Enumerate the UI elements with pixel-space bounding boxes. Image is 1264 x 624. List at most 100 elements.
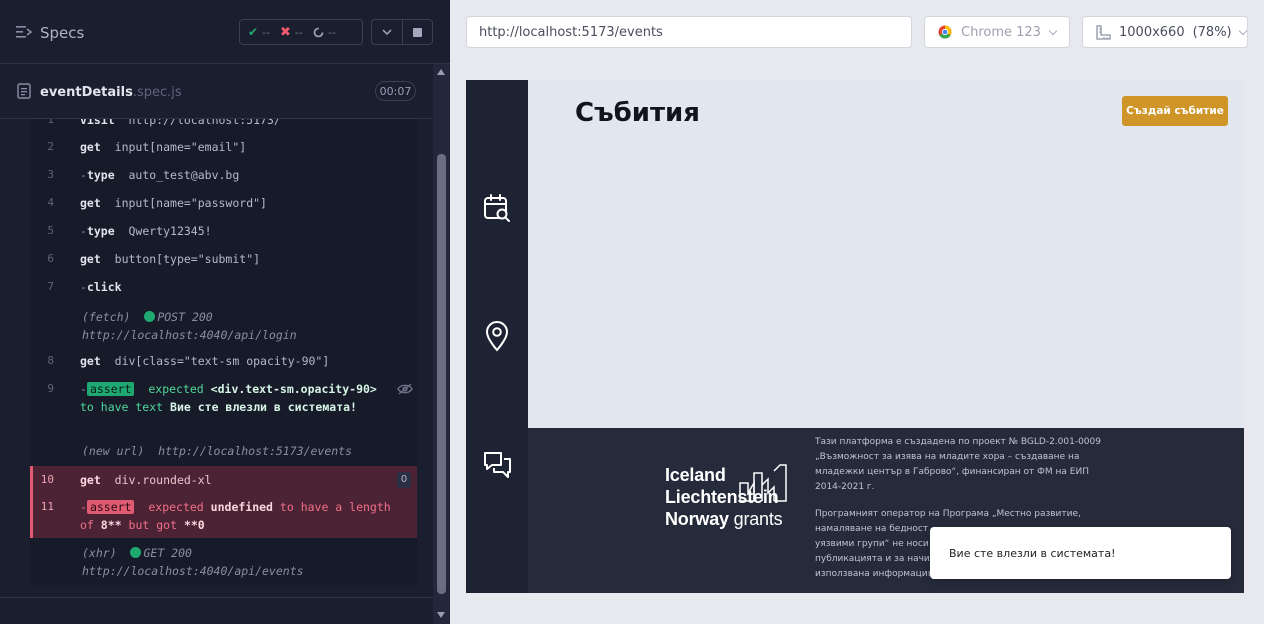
command-log-scrollbar[interactable]: [433, 64, 450, 624]
xhr-label: (xhr): [82, 546, 117, 560]
stop-button[interactable]: [401, 20, 432, 44]
specs-list-icon[interactable]: [16, 25, 32, 39]
spec-file-name: eventDetails.spec.js: [40, 85, 182, 100]
command-arg: auto_test@abv.bg: [128, 168, 240, 182]
command-arg: div[class="text-sm opacity-90"]: [114, 354, 330, 368]
failed-command-row[interactable]: 10 get div.rounded-xl 0: [30, 466, 417, 494]
child-dash: -: [80, 382, 87, 396]
fetch-label: (fetch): [82, 310, 131, 324]
assert-text: expected: [148, 500, 204, 514]
command-number: 6: [47, 252, 54, 265]
calendar-search-icon[interactable]: [483, 193, 511, 223]
stop-icon: [412, 27, 422, 37]
scroll-down-arrow-icon[interactable]: [437, 612, 445, 618]
app-under-test: Събития Създай събитие Iceland Liechtens…: [466, 80, 1244, 593]
chevron-down-icon: [382, 29, 392, 35]
chevron-down-icon: [1048, 26, 1058, 35]
pending-spinner-icon: [313, 27, 324, 37]
command-number: 7: [47, 280, 54, 293]
chevron-down-icon: [1238, 26, 1247, 35]
command-row[interactable]: 4 get input[name="password"]: [30, 194, 417, 212]
ruler-icon: [1096, 24, 1111, 40]
spec-extension: .spec.js: [132, 85, 182, 100]
command-number: 2: [47, 140, 54, 153]
footer-line: „Възможност за изява на младите хора – с…: [815, 452, 1080, 462]
spec-duration: 00:07: [375, 81, 416, 101]
assert-text: to have text: [80, 400, 164, 414]
passed-count: --: [262, 25, 271, 39]
new-url-label: (new url): [82, 444, 145, 458]
command-name: get: [80, 473, 101, 487]
viewport-size: 1000x660: [1119, 24, 1185, 40]
viewport-selector[interactable]: 1000x660 (78%): [1082, 16, 1248, 48]
command-arg: button[type="submit"]: [114, 252, 261, 266]
command-row[interactable]: 5 -type Qwerty12345!: [30, 222, 417, 240]
specs-label[interactable]: Specs: [40, 24, 84, 42]
xhr-status: GET 200: [143, 546, 192, 560]
app-sidebar: [466, 80, 528, 593]
command-row[interactable]: 7 -click: [30, 278, 417, 296]
app-preview-panel: http://localhost:5173/events Chrome 123 …: [450, 0, 1264, 624]
child-dash: -: [80, 500, 87, 514]
cross-icon: ✖: [280, 24, 291, 40]
child-dash: -: [80, 224, 87, 238]
command-row[interactable]: 2 get input[name="email"]: [30, 138, 417, 156]
login-success-toast[interactable]: Вие сте влезли в системата!: [930, 527, 1231, 579]
xhr-url: http://localhost:4040/api/events: [82, 564, 304, 578]
assert-text: but got: [128, 518, 177, 532]
status-dot-icon: [130, 547, 142, 558]
fetch-status: POST 200: [157, 310, 213, 324]
logo-word: Norway: [665, 509, 729, 529]
create-event-button[interactable]: Създай събитие: [1122, 96, 1228, 126]
command-row[interactable]: 8 get div[class="text-sm opacity-90"]: [30, 352, 417, 370]
test-runner-panel: Specs ✔ -- ✖ -- -- eventDetails.spec.js …: [0, 0, 450, 624]
command-arg: http://localhost:5173/: [128, 119, 281, 127]
actual-length: 0: [197, 518, 205, 532]
footer-line: младежки център в Габрово“, финансиран о…: [815, 467, 1089, 477]
viewport-zoom: (78%): [1192, 24, 1232, 40]
xhr-log[interactable]: (xhr) GET 200 http://localhost:4040/api/…: [30, 544, 417, 580]
command-row[interactable]: 3 -type auto_test@abv.bg: [30, 166, 417, 184]
page-title: Събития: [575, 98, 700, 128]
run-controls: [371, 19, 433, 45]
scrollbar-thumb[interactable]: [437, 154, 446, 594]
command-number: 4: [47, 196, 54, 209]
command-arg: input[name="email"]: [114, 140, 247, 154]
test-stats: ✔ -- ✖ -- --: [239, 19, 363, 45]
footer-line: 2014-2021 г.: [815, 482, 875, 492]
element-count-badge: 0: [397, 472, 411, 488]
browser-selector[interactable]: Chrome 123: [924, 16, 1070, 48]
command-row[interactable]: 1 visit http://localhost:5173/: [30, 119, 417, 129]
command-name: get: [80, 140, 101, 154]
new-url-log[interactable]: (new url) http://localhost:5173/events: [30, 442, 417, 460]
footer-line: Тази платформа е създадена по проект № B…: [815, 437, 1101, 447]
preview-url-bar[interactable]: http://localhost:5173/events: [466, 16, 912, 48]
file-icon: [17, 83, 31, 99]
scroll-up-arrow-icon[interactable]: [437, 69, 445, 75]
chat-icon[interactable]: [483, 450, 513, 480]
passed-stat: ✔ --: [248, 25, 270, 39]
spec-name: eventDetails: [40, 85, 133, 100]
command-number: 1: [47, 119, 54, 126]
command-arg: div.rounded-xl: [114, 473, 212, 487]
location-pin-icon[interactable]: [484, 320, 510, 352]
logo-word: grants: [733, 509, 783, 529]
expand-button[interactable]: [372, 20, 402, 44]
logo-line: Norway grants: [665, 508, 783, 530]
command-row[interactable]: 6 get button[type="submit"]: [30, 250, 417, 268]
check-icon: ✔: [248, 25, 259, 39]
command-arg: input[name="password"]: [114, 196, 267, 210]
chrome-icon: [938, 25, 952, 39]
expected-length: 8: [100, 518, 108, 532]
failed-count: --: [294, 25, 303, 39]
failed-assert-row[interactable]: 11 - assert expected undefined to have a …: [30, 494, 417, 538]
assert-value: undefined: [210, 500, 273, 514]
eye-slash-icon[interactable]: [397, 383, 413, 395]
fetch-log[interactable]: (fetch) POST 200 http://localhost:4040/a…: [30, 308, 417, 344]
command-name: click: [86, 280, 122, 294]
command-number: 8: [47, 354, 54, 367]
command-log: 1 visit http://localhost:5173/ 2 get inp…: [30, 119, 417, 585]
assert-pass-row[interactable]: 9 - assert expected <div.text-sm.opacity-…: [30, 380, 417, 434]
assert-value: 8**: [100, 518, 122, 532]
specs-toolbar: Specs ✔ -- ✖ -- --: [0, 0, 450, 64]
